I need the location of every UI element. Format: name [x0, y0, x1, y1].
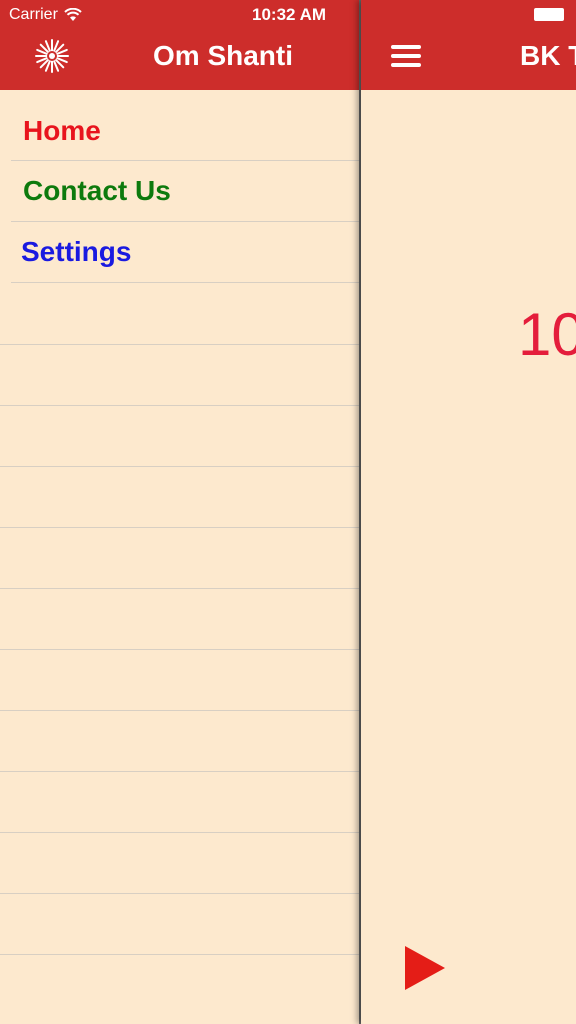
page-title: BK T: [520, 40, 576, 71]
play-icon[interactable]: [405, 946, 445, 990]
empty-row: [0, 527, 360, 588]
main-header: BK T: [361, 0, 576, 90]
drawer-menu: Home Contact Us Settings: [0, 101, 360, 283]
empty-rows: [0, 344, 360, 1015]
empty-row: [0, 832, 360, 893]
status-time: 10:32 AM: [252, 5, 327, 24]
menu-item-label: Home: [23, 114, 101, 146]
menu-item-contact-us[interactable]: Contact Us: [11, 161, 360, 222]
empty-row: [0, 710, 360, 771]
menu-item-label: Contact Us: [23, 175, 171, 206]
main-panel: BK T 10: [361, 0, 576, 1024]
empty-row: [0, 771, 360, 832]
battery-icon: [534, 8, 564, 21]
empty-row: [0, 405, 360, 466]
empty-row: [0, 466, 360, 527]
counter-value: 10: [518, 301, 576, 368]
side-drawer: Carrier 10:32 AM Om Shanti Home Contact …: [0, 0, 360, 1024]
drawer-header: Carrier 10:32 AM Om Shanti: [0, 0, 360, 90]
status-carrier: Carrier: [9, 6, 82, 24]
drawer-title: Om Shanti: [152, 40, 293, 71]
menu-item-label: Settings: [21, 236, 132, 267]
menu-item-settings[interactable]: Settings: [11, 222, 360, 283]
menu-item-home[interactable]: Home: [11, 101, 360, 161]
empty-row: [0, 649, 360, 710]
carrier-label: Carrier: [9, 6, 58, 23]
menu-icon[interactable]: [391, 45, 421, 67]
empty-row: [0, 954, 360, 1015]
empty-row: [0, 893, 360, 954]
wifi-icon: [64, 8, 82, 21]
empty-row: [0, 588, 360, 649]
empty-row: [0, 344, 360, 405]
